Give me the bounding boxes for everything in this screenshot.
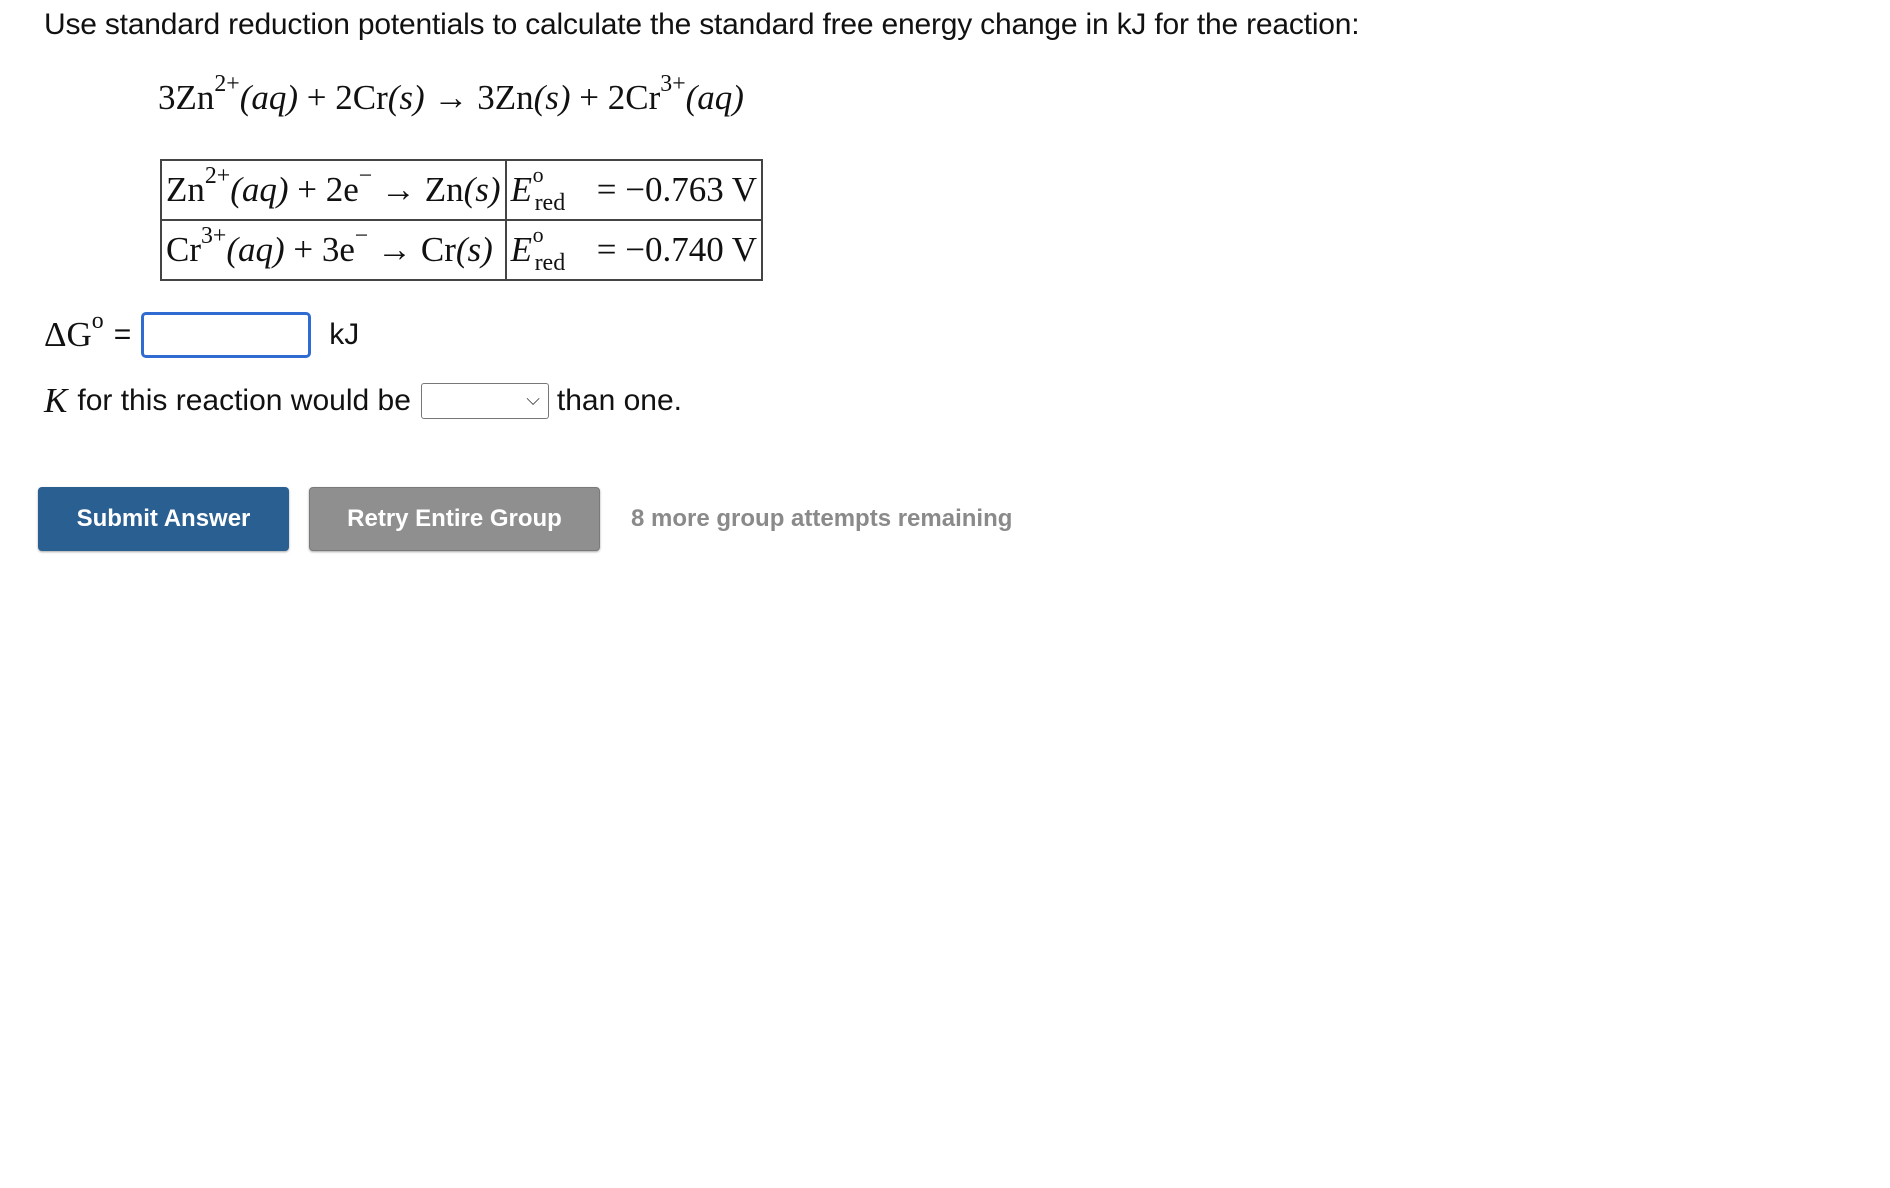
submit-answer-button[interactable]: Submit Answer [38, 487, 289, 551]
delta-g-row: ΔGo = kJ [44, 308, 360, 360]
potential-cr: Eo red = −0.740 V [504, 219, 764, 281]
reaction-arrow: → [433, 78, 469, 117]
potential-value: −0.763 V [625, 170, 758, 209]
product-zn: 3Zn(s) [477, 78, 571, 117]
k-label: K [44, 381, 68, 420]
reactant-cr: 2Cr(s) [335, 78, 425, 117]
delta-g-input[interactable] [141, 312, 312, 358]
table-row: Cr3+(aq) + 3e− → Cr(s) Eo red = −0.740 V [160, 219, 764, 281]
half-reactions-table: Zn2+(aq) + 2e− → Zn(s) Eo red = −0.763 V … [160, 159, 764, 281]
table-row: Zn2+(aq) + 2e− → Zn(s) Eo red = −0.763 V [160, 159, 764, 221]
overall-reaction: 3Zn2+(aq) + 2Cr(s) → 3Zn(s) + 2Cr3+(aq) [158, 71, 744, 117]
delta-g-label: ΔGo [44, 308, 104, 354]
potential-zn: Eo red = −0.763 V [504, 159, 764, 221]
reactant-zn: 3Zn2+(aq) [158, 71, 299, 117]
potential-value: −0.740 V [625, 230, 758, 269]
chevron-down-icon: ⌵ [526, 389, 540, 409]
retry-entire-group-button[interactable]: Retry Entire Group [309, 487, 600, 551]
delta-g-unit: kJ [329, 318, 360, 351]
question-prompt: Use standard reduction potentials to cal… [44, 8, 1360, 41]
k-row: K for this reaction would be ⌵ than one. [44, 381, 682, 420]
attempts-remaining: 8 more group attempts remaining [631, 505, 1013, 532]
half-reaction-zn: Zn2+(aq) + 2e− → Zn(s) [160, 159, 507, 221]
product-cr: 2Cr3+(aq) [607, 71, 744, 117]
half-reaction-cr: Cr3+(aq) + 3e− → Cr(s) [160, 219, 507, 281]
k-comparison-select[interactable]: ⌵ [420, 383, 549, 419]
